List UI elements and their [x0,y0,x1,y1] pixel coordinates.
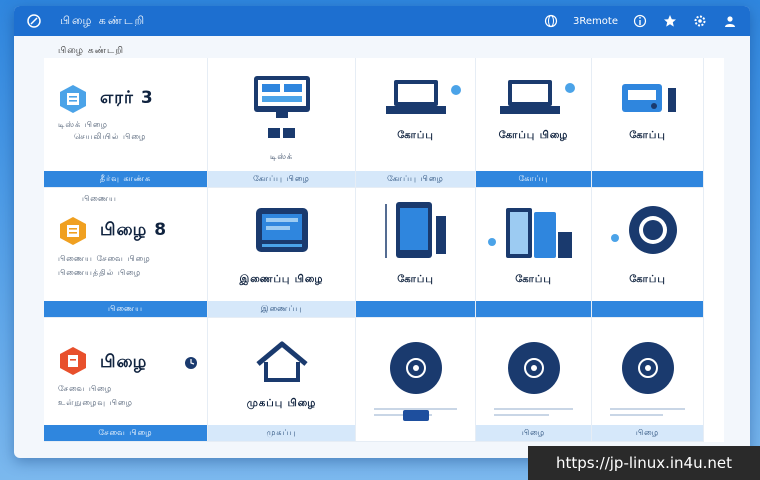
tile-strip[interactable] [356,301,475,317]
tile-caption: டிஸ்க் [269,152,294,161]
tile-caption: கோப்பு [515,274,552,285]
laptop-icon [385,80,461,114]
tile-strip[interactable]: பிழை [592,425,703,441]
row3-header-strip[interactable]: சேவை பிழை [44,425,207,441]
tile-tablet[interactable]: கோப்பு [476,188,592,318]
globe-icon[interactable] [543,13,559,29]
tile-disc-3[interactable]: பிழை [592,318,704,442]
hex-orange-icon [60,217,86,245]
tile-laptop-1[interactable]: கோப்பு கோப்பு பிழை [356,58,476,188]
tile-strip[interactable]: கோப்பு பிழை [356,171,475,187]
tile-laptop-2[interactable]: கோப்பு பிழை கோப்பு [476,58,592,188]
tile-monitor[interactable]: டிஸ்க் கோப்பு பிழை [208,58,356,188]
tile-text-lines [494,408,573,420]
star-icon[interactable] [662,13,678,29]
disc-icon [507,342,560,394]
remote-label[interactable]: 3Remote [573,16,618,27]
tile-strip[interactable] [592,171,703,187]
settings-icon[interactable] [692,13,708,29]
laptop-icon [499,80,575,114]
tile-caption: இணைப்பு பிழை [239,274,324,285]
tile-disc-2[interactable]: பிழை [476,318,592,442]
hex-red-icon [60,347,86,375]
tile-caption: கோப்பு பிழை [498,130,569,141]
tile-strip[interactable] [592,301,703,317]
phone-icon [384,202,446,258]
tile-caption: முகப்பு பிழை [246,398,317,409]
tile-home[interactable]: முகப்பு பிழை முகப்பு [208,318,356,442]
tile-phone[interactable]: கோப்பு [356,188,476,318]
row1-header-strip[interactable]: தீர்வு காண்க [44,171,207,187]
tile-disc-1[interactable] [356,318,476,442]
tile-caption: கோப்பு [397,274,434,285]
error-grid: எரர் 3 டிஸ்க் பிழை செயலியில் பிழை தீர்வு… [44,58,724,442]
row2-header-strip[interactable]: பிணைய [44,301,207,317]
tile-printer[interactable]: கோப்பு [592,58,704,188]
tile-network-box[interactable]: இணைப்பு பிழை இணைப்பு [208,188,356,318]
info-icon[interactable] [632,13,648,29]
tile-strip[interactable] [476,301,591,317]
disc-icon [389,342,442,394]
app-window: பிழை கண்டறி 3Remote பிழை கண்டறி எரர் 3 ட… [14,6,750,458]
row1-header-card[interactable]: எரர் 3 டிஸ்க் பிழை செயலியில் பிழை தீர்வு… [44,58,208,188]
hex-blue-icon [60,85,86,113]
tile-caption: கோப்பு [629,274,666,285]
title-bar: பிழை கண்டறி 3Remote [14,6,750,36]
row2-sub2: பிணையத்தில் பிழை [58,268,142,277]
row1-title: எரர் 3 [100,88,154,108]
row3-sub2: உள்நுழைவு பிழை [58,398,133,407]
tile-strip[interactable]: இணைப்பு [208,301,355,317]
watermark-url: https://jp-linux.in4u.net [528,446,760,480]
disc-icon [621,342,674,394]
tile-text-lines [610,408,685,420]
tile-strip[interactable]: கோப்பு [476,171,591,187]
row1-sub1: டிஸ்க் பிழை [58,120,108,129]
breadcrumb: பிழை கண்டறி [58,46,124,56]
chip-icon [267,128,295,138]
tile-gear[interactable]: கோப்பு [592,188,704,318]
home-icon [255,341,308,382]
tile-strip[interactable]: பிழை [476,425,591,441]
network-device-icon [255,208,308,252]
row3-header-card[interactable]: பிழை சேவை பிழை உள்நுழைவு பிழை சேவை பிழை [44,318,208,442]
row2-header-card[interactable]: பிணைய பிழை 8 பிணைய சேவை பிழை பிணையத்தில்… [44,188,208,318]
app-logo-icon [24,11,44,31]
tile-button[interactable] [402,410,429,421]
window-title: பிழை கண்டறி [60,13,147,27]
row1-sub2: செயலியில் பிழை [74,132,147,141]
monitor-icon [253,76,310,118]
row3-sub1: சேவை பிழை [58,384,113,393]
tile-strip[interactable]: கோப்பு பிழை [208,171,355,187]
row2-title: பிழை 8 [100,220,168,240]
tile-strip[interactable]: முகப்பு [208,425,355,441]
gear-icon [610,206,677,254]
row2-sub1: பிணைய சேவை பிழை [58,254,151,263]
tablet-icon [487,208,572,258]
row2-label: பிணைய [82,194,117,203]
row3-title: பிழை [100,352,148,372]
printer-icon [621,84,676,112]
tile-caption: கோப்பு [629,130,666,141]
tile-caption: கோப்பு [397,130,434,141]
clock-icon [185,357,197,369]
user-icon[interactable] [722,13,738,29]
